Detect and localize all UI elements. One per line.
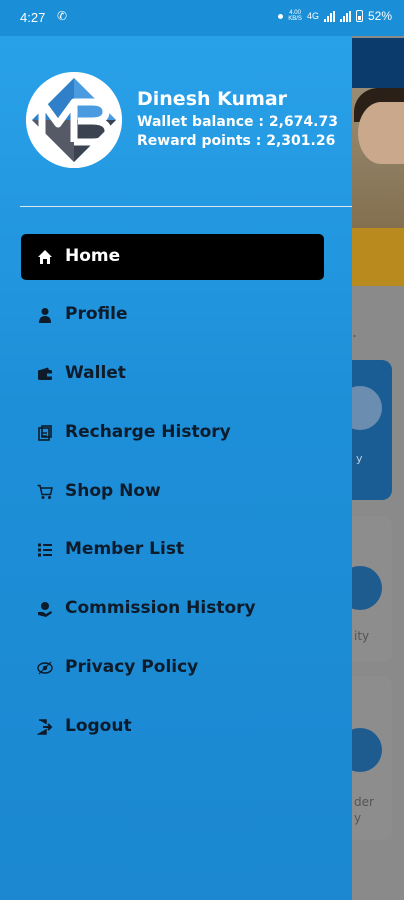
logout-icon xyxy=(37,719,53,735)
user-name: Dinesh Kumar xyxy=(137,88,288,110)
menu-item-label: Wallet xyxy=(65,363,126,383)
bg-section-marker: . xyxy=(352,322,358,341)
bg-card-text: ity xyxy=(354,629,370,643)
menu-item-logout[interactable]: Logout xyxy=(21,704,324,750)
menu-item-label: Member List xyxy=(65,539,185,559)
signal-icon xyxy=(339,10,351,22)
wallet-icon xyxy=(38,367,52,380)
menu-item-wallet[interactable]: Wallet xyxy=(21,351,324,397)
cart-icon xyxy=(37,484,53,499)
privacy-icon xyxy=(37,661,53,675)
notification-dot-icon xyxy=(278,13,284,19)
bg-service-card: der y xyxy=(338,676,392,840)
status-bar: 4:27 ✆ 4.00 KB/S 4G 52% xyxy=(0,0,404,36)
menu-item-member-list[interactable]: Member List xyxy=(21,527,324,573)
brand-logo xyxy=(26,72,122,168)
signal-icon xyxy=(323,10,335,22)
status-time: 4:27 xyxy=(20,10,46,25)
list-icon xyxy=(38,543,52,557)
commission-icon xyxy=(38,602,52,617)
bg-top-banner xyxy=(352,38,404,88)
person-icon xyxy=(39,308,51,323)
battery-level: 52% xyxy=(367,9,392,23)
menu-item-label: Profile xyxy=(65,304,128,324)
network-type: 4G xyxy=(306,11,319,21)
menu-item-label: Commission History xyxy=(65,598,256,618)
wallet-balance: Wallet balance : 2,674.73 xyxy=(137,114,338,130)
wifi-calling-icon: ✆ xyxy=(57,9,68,23)
menu-item-privacy-policy[interactable]: Privacy Policy xyxy=(21,645,324,691)
menu-item-shop-now[interactable]: Shop Now xyxy=(21,469,324,515)
menu-item-profile[interactable]: Profile xyxy=(21,292,324,338)
battery-icon xyxy=(355,10,363,22)
header-divider xyxy=(20,206,352,207)
menu-item-commission-history[interactable]: Commission History xyxy=(21,586,324,632)
menu-item-label: Shop Now xyxy=(65,481,161,501)
menu-item-recharge-history[interactable]: Recharge History xyxy=(21,410,324,456)
menu-item-label: Privacy Policy xyxy=(65,657,199,677)
bg-promo-image xyxy=(352,88,404,286)
menu-item-home[interactable]: Home xyxy=(21,234,324,280)
navigation-drawer: Dinesh Kumar Wallet balance : 2,674.73 R… xyxy=(0,0,352,900)
menu-item-label: Logout xyxy=(65,716,132,736)
network-speed: 4.00 KB/S xyxy=(288,10,302,22)
reward-points: Reward points : 2,301.26 xyxy=(137,133,336,149)
menu-item-label: Recharge History xyxy=(65,422,231,442)
bg-service-card: y xyxy=(338,360,392,500)
history-doc-icon xyxy=(38,425,52,441)
bg-service-card: ity xyxy=(338,516,392,662)
menu-item-label: Home xyxy=(65,246,121,266)
home-icon xyxy=(38,250,52,264)
bg-card-text: der y xyxy=(354,795,374,825)
